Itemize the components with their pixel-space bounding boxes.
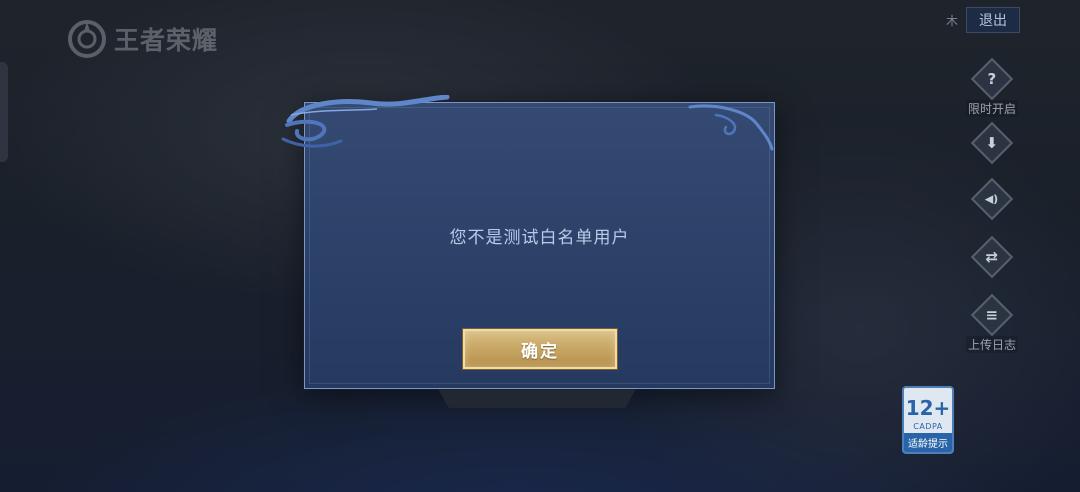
speaker-icon: ◀) (970, 177, 1014, 221)
help-button[interactable]: ? 限时开启 (962, 57, 1022, 117)
switch-icon: ⇄ (970, 235, 1014, 279)
age-rating-badge[interactable]: 12+ CADPA 适龄提示 (902, 386, 954, 454)
whitelist-dialog: 您不是测试白名单用户 确定 (281, 95, 775, 389)
age-rating-org: CADPA (913, 422, 943, 431)
logo-text: 王者荣耀 (114, 26, 219, 55)
upload-log-label: 上传日志 (965, 336, 1018, 353)
logo-mark-icon (68, 20, 106, 58)
cloud-swirl-ornament-icon (281, 95, 450, 148)
confirm-button[interactable]: 确定 (463, 329, 617, 369)
left-edge-tab[interactable] (0, 62, 8, 162)
upload-log-button[interactable]: ≡ 上传日志 (962, 293, 1022, 353)
age-rating-tip: 适龄提示 (904, 433, 952, 452)
switch-button[interactable]: ⇄ (962, 235, 1022, 279)
download-button[interactable]: ⬇ (962, 121, 1022, 165)
notice-icon: ≡ (970, 293, 1014, 337)
corner-swirl-ornament-icon (688, 104, 774, 151)
help-icon: ? (970, 57, 1014, 101)
age-rating-number: 12+ (905, 396, 951, 420)
download-icon: ⬇ (970, 121, 1014, 165)
game-logo: 王者荣耀 (66, 18, 218, 60)
top-small-char: 木 (945, 13, 958, 28)
top-right-controls: 木 退出 (946, 7, 1020, 33)
exit-button[interactable]: 退出 (966, 7, 1020, 33)
help-button-label: 限时开启 (965, 100, 1018, 117)
dialog-message: 您不是测试白名单用户 (449, 228, 630, 248)
sound-button[interactable]: ◀) (962, 177, 1022, 221)
game-login-screen: 王者荣耀 木 退出 ? 限时开启 ⬇ ◀) ⇄ ≡ 上传日志 12+ CADPA… (0, 0, 1080, 492)
